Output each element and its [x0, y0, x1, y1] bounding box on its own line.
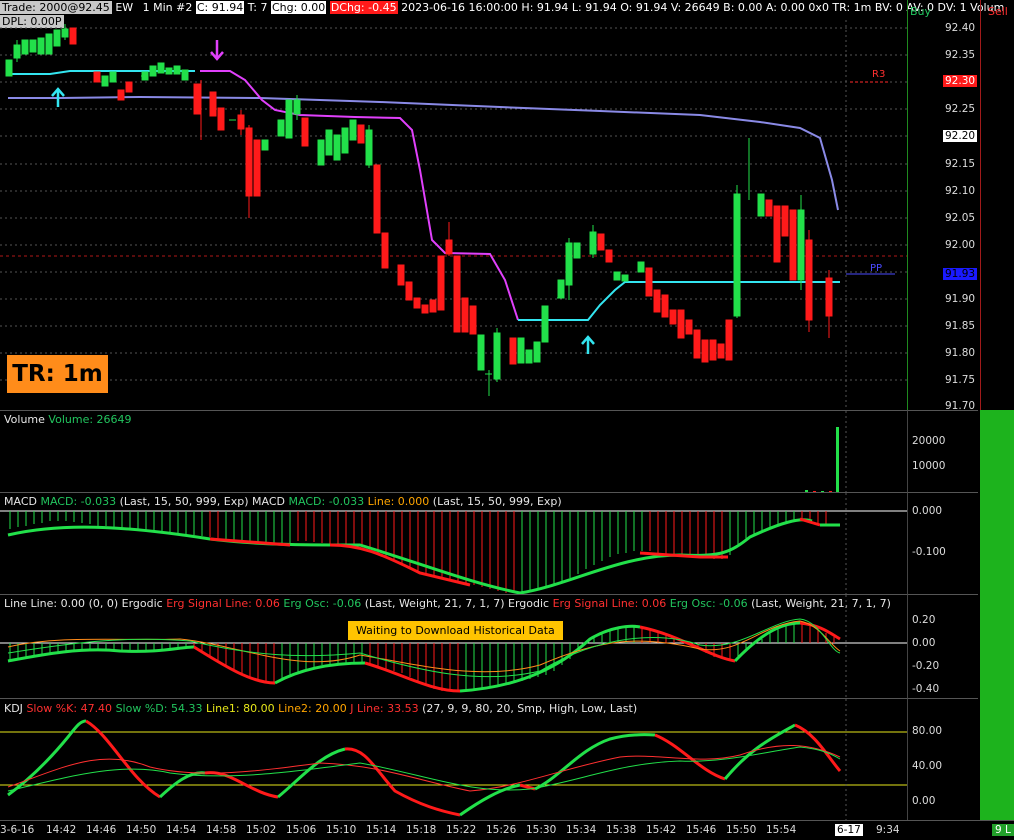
price-axis[interactable]: 92.40 92.35 92.30 92.25 92.20 92.15 92.1…: [907, 0, 980, 412]
kdj-tick: 0.00: [912, 795, 936, 807]
time-axis[interactable]: 3-6-16 14:42 14:46 14:50 14:54 14:58 15:…: [0, 820, 1014, 840]
kdj-axis[interactable]: 80.00 40.00 0.00: [907, 698, 978, 821]
r3-value-badge: 92.30: [943, 75, 978, 87]
time-tick: 14:58: [206, 824, 237, 836]
r3-label: R3: [872, 69, 886, 80]
time-tick: 15:50: [726, 824, 757, 836]
ergodic-tick: 0.20: [912, 614, 936, 626]
time-tick: 15:06: [286, 824, 317, 836]
time-tick: 15:46: [686, 824, 717, 836]
time-tick: 15:18: [406, 824, 437, 836]
kdj-chart: [0, 699, 907, 821]
time-tick: 15:34: [566, 824, 597, 836]
time-tick: 14:54: [166, 824, 197, 836]
volume-axis[interactable]: 20000 10000: [907, 410, 978, 493]
volume-tick: 10000: [912, 460, 946, 472]
time-tick: 15:22: [446, 824, 477, 836]
ergodic-tick: 0.00: [912, 637, 936, 649]
price-tick: 92.40: [945, 22, 976, 34]
price-candles: [5, 24, 833, 396]
download-notice: Waiting to Download Historical Data: [348, 621, 563, 640]
last-price-badge: 92.20: [943, 130, 978, 142]
price-tick: 91.90: [945, 293, 976, 305]
time-tick: 14:46: [86, 824, 117, 836]
time-tick: 15:54: [766, 824, 797, 836]
time-tick: 3-6-16: [0, 824, 35, 836]
kdj-tick: 40.00: [912, 760, 943, 772]
time-tick: 15:38: [606, 824, 637, 836]
time-tick: 15:26: [486, 824, 517, 836]
macd-axis[interactable]: 0.000 -0.100: [907, 492, 978, 595]
time-tick: 15:42: [646, 824, 677, 836]
date-tick: 6-17: [835, 824, 863, 836]
cyan-up-arrow-icon: [581, 335, 595, 354]
volume-bars: [805, 411, 847, 493]
price-tick: 91.75: [945, 374, 976, 386]
price-tick: 91.85: [945, 320, 976, 332]
kdj-tick: 80.00: [912, 725, 943, 737]
time-tick: 15:30: [526, 824, 557, 836]
volume-pane[interactable]: Volume Volume: 26649: [0, 410, 907, 493]
sell-column[interactable]: [980, 0, 1014, 410]
ergodic-tick: -0.20: [912, 660, 940, 672]
price-tick: 92.10: [945, 185, 976, 197]
tr-badge: TR: 1m: [7, 355, 108, 393]
sell-button[interactable]: Sell: [988, 5, 1008, 18]
ergodic-axis[interactable]: 0.20 0.00 -0.20 -0.40: [907, 594, 978, 699]
price-tick: 92.15: [945, 158, 976, 170]
pp-label: PP: [870, 263, 883, 274]
pp-value-badge: 91.93: [943, 268, 978, 280]
time-tick: 15:10: [326, 824, 357, 836]
magenta-down-arrow-icon: [210, 40, 224, 61]
price-tick: 91.80: [945, 347, 976, 359]
volume-tick: 20000: [912, 435, 946, 447]
time-tick: 15:02: [246, 824, 277, 836]
time-tick: 14:42: [46, 824, 77, 836]
macd-pane[interactable]: MACD MACD: -0.033 (Last, 15, 50, 999, Ex…: [0, 492, 907, 595]
price-tick: 92.25: [945, 103, 976, 115]
corner-badge[interactable]: 9 L: [992, 824, 1014, 836]
kdj-pane[interactable]: KDJ Slow %K: 47.40 Slow %D: 54.33 Line1:…: [0, 698, 907, 821]
green-side-block: [980, 410, 1014, 820]
time-tick: 15:14: [366, 824, 397, 836]
price-tick: 92.00: [945, 239, 976, 251]
ergodic-tick: -0.40: [912, 683, 940, 695]
macd-tick: 0.000: [912, 505, 943, 517]
price-chart[interactable]: [0, 0, 907, 410]
price-tick: 92.05: [945, 212, 976, 224]
macd-tick: -0.100: [912, 546, 946, 558]
ergodic-histogram: [0, 595, 907, 699]
time-tick: 9:34: [876, 824, 900, 836]
price-tick: 92.35: [945, 49, 976, 61]
time-tick: 14:50: [126, 824, 157, 836]
macd-histogram: [0, 493, 907, 595]
ergodic-pane[interactable]: Line Line: 0.00 (0, 0) Ergodic Erg Signa…: [0, 594, 907, 699]
